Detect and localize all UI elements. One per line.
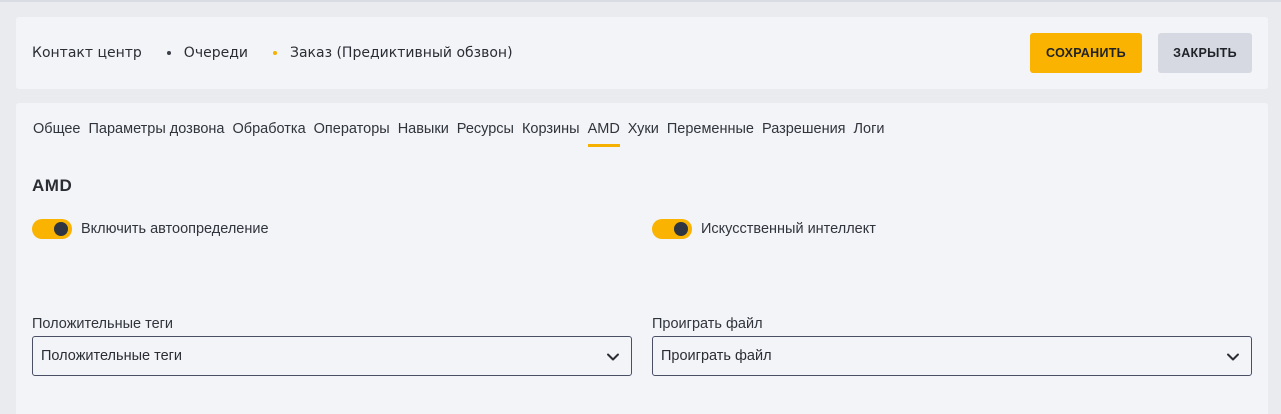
positive-tags-select[interactable]: Положительные теги [32,336,632,376]
play-file-select[interactable]: Проиграть файл [652,336,1252,376]
settings-panel: Общее Параметры дозвона Обработка Операт… [16,103,1268,414]
play-file-label: Проиграть файл [652,316,763,332]
auto-detect-toggle-row: Включить автоопределение [32,219,269,239]
close-button[interactable]: ЗАКРЫТЬ [1158,33,1252,73]
save-button[interactable]: СОХРАНИТЬ [1030,33,1142,73]
chevron-down-icon [607,353,619,361]
ai-toggle-row: Искусственный интеллект [652,219,876,239]
page-header: Контакт центр Очереди Заказ (Предиктивны… [16,17,1268,89]
breadcrumb-separator [166,51,171,55]
play-file-value: Проиграть файл [661,348,772,364]
ai-label: Искусственный интеллект [701,221,876,237]
tab-amd[interactable]: AMD [587,121,621,147]
breadcrumb-item-queues[interactable]: Очереди [184,45,248,61]
positive-tags-label: Положительные теги [32,316,174,332]
tab-processing[interactable]: Обработка [233,121,306,147]
tab-bar: Общее Параметры дозвона Обработка Операт… [33,121,893,147]
positive-tags-value: Положительные теги [41,348,183,364]
breadcrumb-separator-active [272,51,277,55]
tab-logs[interactable]: Логи [854,121,885,147]
tab-operators[interactable]: Операторы [314,121,390,147]
breadcrumb-item-contact-center[interactable]: Контакт центр [32,45,142,61]
auto-detect-label: Включить автоопределение [81,221,269,237]
ai-toggle[interactable] [652,219,692,239]
tab-skills[interactable]: Навыки [398,121,449,147]
tab-general[interactable]: Общее [33,121,80,147]
breadcrumb: Контакт центр Очереди Заказ (Предиктивны… [32,17,513,89]
tab-dial-params[interactable]: Параметры дозвона [88,121,224,147]
tab-baskets[interactable]: Корзины [522,121,580,147]
tab-permissions[interactable]: Разрешения [762,121,846,147]
toggle-knob [674,222,688,236]
tab-variables[interactable]: Переменные [667,121,754,147]
tab-resources[interactable]: Ресурсы [457,121,514,147]
toggle-knob [54,222,68,236]
auto-detect-toggle[interactable] [32,219,72,239]
chevron-down-icon [1227,353,1239,361]
section-title: AMD [32,176,73,195]
breadcrumb-item-current: Заказ (Предиктивный обзвон) [289,45,513,61]
top-divider [0,0,1281,2]
tab-hooks[interactable]: Хуки [628,121,659,147]
